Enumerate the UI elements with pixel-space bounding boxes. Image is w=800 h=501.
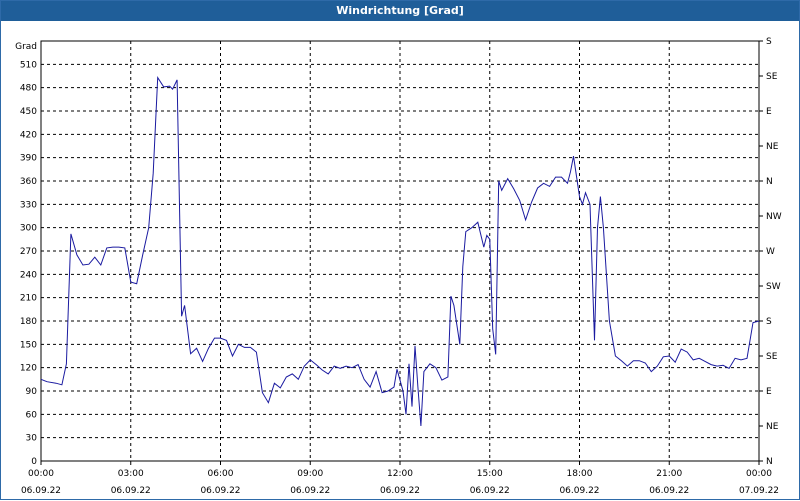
right-tick-label: N — [766, 177, 773, 187]
right-tick-label: SE — [766, 352, 778, 362]
x-tick-date: 06.09.22 — [290, 486, 330, 496]
y-tick-label: 360 — [20, 177, 37, 187]
right-tick-label: SW — [766, 282, 781, 292]
x-tick-time: 06:00 — [208, 469, 234, 479]
right-tick-label: E — [766, 107, 772, 117]
y-tick-label: 0 — [31, 457, 37, 467]
axis-ticks: 0 30 60 90 120 150 180 210 240 270 300 330 360 390 420… — [15, 37, 782, 496]
x-tick-time: 15:00 — [477, 469, 503, 479]
y-axis-label: Grad — [15, 42, 37, 52]
y-tick-label: 60 — [26, 410, 38, 420]
x-tick-time: 03:00 — [118, 469, 144, 479]
right-tick-label: NE — [766, 142, 779, 152]
wind-direction-chart: 0 30 60 90 120 150 180 210 240 270 300 330 360 390 420… — [15, 37, 782, 496]
y-tick-label: 270 — [20, 247, 37, 257]
y-tick-label: 180 — [20, 317, 37, 327]
x-tick-date: 06.09.22 — [21, 486, 61, 496]
x-tick-time: 00:00 — [746, 469, 772, 479]
x-tick-date: 06.09.22 — [111, 486, 151, 496]
y-tick-label: 510 — [20, 60, 37, 70]
y-tick-label: 30 — [26, 434, 38, 444]
x-tick-time: 12:00 — [387, 469, 413, 479]
x-tick-date: 07.09.22 — [739, 486, 779, 496]
right-tick-label: N — [766, 457, 773, 467]
x-tick-date: 06.09.22 — [649, 486, 689, 496]
right-tick-label: SE — [766, 72, 778, 82]
y-tick-label: 210 — [20, 294, 37, 304]
y-tick-label: 390 — [20, 154, 37, 164]
grid-lines — [41, 41, 759, 461]
y-tick-label: 420 — [20, 130, 37, 140]
right-tick-label: NE — [766, 422, 779, 432]
x-tick-time: 18:00 — [567, 469, 593, 479]
right-tick-label: S — [766, 37, 772, 47]
right-tick-label: NW — [766, 212, 782, 222]
x-tick-date: 06.09.22 — [559, 486, 599, 496]
right-tick-label: S — [766, 317, 772, 327]
x-tick-date: 06.09.22 — [470, 486, 510, 496]
x-tick-time: 09:00 — [297, 469, 323, 479]
x-tick-date: 06.09.22 — [380, 486, 420, 496]
x-tick-date: 06.09.22 — [200, 486, 240, 496]
y-tick-label: 90 — [26, 387, 38, 397]
chart-window: Windrichtung [Grad] 0 30 60 90 120 150 180 210 2… — [0, 0, 800, 500]
x-tick-time: 00:00 — [28, 469, 54, 479]
right-tick-label: E — [766, 387, 772, 397]
right-tick-label: W — [766, 247, 775, 257]
y-tick-label: 300 — [20, 224, 37, 234]
x-tick-time: 21:00 — [656, 469, 682, 479]
y-tick-label: 120 — [20, 364, 37, 374]
y-tick-label: 240 — [20, 270, 37, 280]
y-tick-label: 330 — [20, 200, 37, 210]
y-tick-label: 150 — [20, 340, 37, 350]
y-tick-label: 450 — [20, 107, 37, 117]
y-tick-label: 480 — [20, 84, 37, 94]
